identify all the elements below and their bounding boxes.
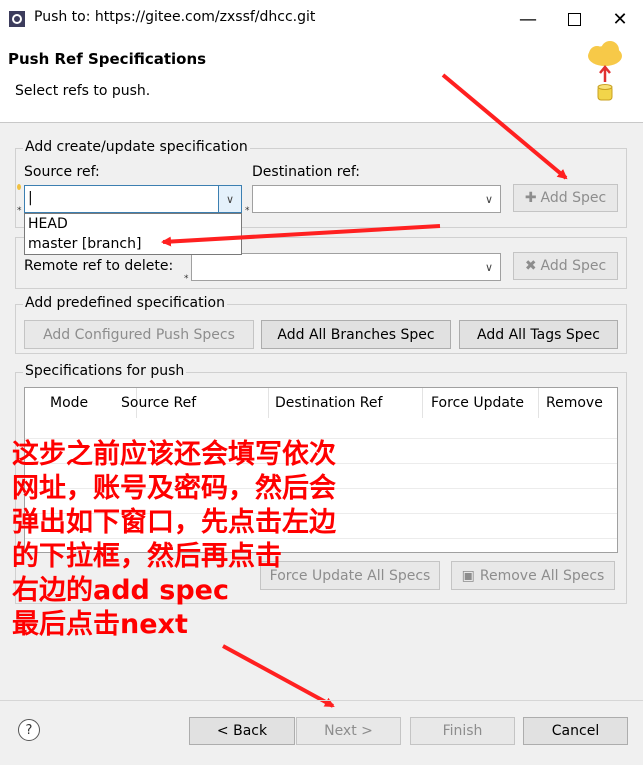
required-marker: * [17, 206, 22, 216]
cancel-button[interactable]: Cancel [523, 717, 628, 745]
column-header-source-ref[interactable]: Source Ref [113, 388, 269, 418]
next-button[interactable]: Next > [296, 717, 401, 745]
help-icon[interactable]: ? [18, 719, 40, 741]
page-title: Push Ref Specifications [8, 50, 207, 68]
window-title: Push to: https://gitee.com/zxssf/dhcc.gi… [34, 9, 316, 25]
dropdown-item-head[interactable]: HEAD [25, 214, 241, 234]
close-icon: ✕ [612, 8, 628, 30]
required-marker: * [184, 274, 189, 284]
wizard-header: Push Ref Specifications Select refs to p… [0, 38, 643, 123]
remote-ref-delete-label: Remote ref to delete: [24, 258, 174, 274]
column-header-force-update[interactable]: Force Update [423, 388, 539, 418]
title-bar: Push to: https://gitee.com/zxssf/dhcc.gi… [0, 0, 643, 38]
arrow-to-next [222, 644, 335, 708]
minimize-icon: — [519, 8, 537, 30]
content-assist-icon [17, 184, 21, 190]
add-all-tags-spec-button[interactable]: Add All Tags Spec [459, 320, 618, 349]
page-description: Select refs to push. [15, 83, 151, 99]
destination-ref-combo[interactable]: ∨ [252, 185, 501, 213]
remove-icon: ▣ [461, 567, 475, 584]
finish-button[interactable]: Finish [410, 717, 515, 745]
back-button[interactable]: < Back [189, 717, 295, 745]
source-ref-dropdown: HEAD master [branch] [24, 213, 242, 255]
add-all-branches-spec-button[interactable]: Add All Branches Spec [261, 320, 451, 349]
predefined-group-label: Add predefined specification [23, 295, 227, 311]
create-update-group-label: Add create/update specification [23, 139, 250, 155]
add-spec-button-label: Add Spec [540, 190, 607, 206]
add-delete-spec-button-label: Add Spec [540, 258, 607, 274]
footer-separator [0, 700, 643, 701]
source-ref-value: | [28, 190, 33, 206]
maximize-icon [567, 12, 581, 26]
column-header-remove[interactable]: Remove [538, 388, 618, 418]
maximize-button[interactable] [551, 0, 597, 38]
remote-ref-delete-combo[interactable]: ∨ [191, 253, 501, 281]
annotation-line-3: 弹出如下窗口，先点击左边 [12, 507, 336, 538]
eclipse-app-icon [9, 11, 25, 27]
plus-icon: ✚ [524, 190, 537, 206]
remove-all-specs-button[interactable]: ▣ Remove All Specs [451, 561, 615, 590]
annotation-line-4: 的下拉框，然后再点击 [12, 541, 282, 572]
cloud-push-icon [588, 41, 622, 101]
column-header-destination-ref[interactable]: Destination Ref [267, 388, 423, 418]
source-ref-label: Source ref: [24, 164, 100, 180]
annotation-line-6: 最后点击next [12, 609, 188, 640]
chevron-down-icon[interactable]: ∨ [478, 186, 500, 212]
required-marker: * [245, 206, 250, 216]
remove-all-specs-label: Remove All Specs [479, 567, 605, 584]
add-configured-push-specs-button[interactable]: Add Configured Push Specs [24, 320, 254, 349]
destination-ref-label: Destination ref: [252, 164, 360, 180]
add-delete-spec-button[interactable]: ✖ Add Spec [513, 252, 618, 280]
source-ref-combo[interactable]: | ∨ [24, 185, 242, 213]
dropdown-item-master[interactable]: master [branch] [25, 234, 241, 254]
close-button[interactable]: ✕ [597, 0, 643, 38]
specifications-group-label: Specifications for push [23, 363, 187, 379]
minimize-button[interactable]: — [505, 0, 551, 38]
annotation-line-2: 网址，账号及密码，然后会 [12, 473, 336, 504]
x-icon: ✖ [524, 258, 537, 274]
annotation-line-1: 这步之前应该还会填写依次 [12, 439, 336, 470]
add-spec-button[interactable]: ✚ Add Spec [513, 184, 618, 212]
chevron-down-icon[interactable]: ∨ [218, 186, 241, 212]
annotation-text: 这步之前应该还会填写依次 网址，账号及密码，然后会 弹出如下窗口，先点击左边 的… [12, 438, 336, 642]
annotation-line-5: 右边的add spec [12, 575, 229, 606]
chevron-down-icon[interactable]: ∨ [478, 254, 500, 280]
